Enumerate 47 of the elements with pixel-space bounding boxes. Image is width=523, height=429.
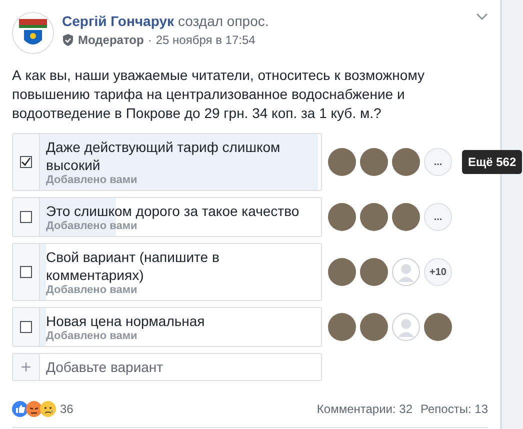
option-label: Свой вариант (напишите в комментариях) [46, 248, 220, 284]
option-label: Новая цена нормальная [46, 312, 206, 330]
avatar-photo-placeholder[interactable] [328, 203, 356, 231]
separator-dot: · [148, 33, 152, 47]
post-time[interactable]: 25 ноября в 17:54 [156, 33, 256, 47]
avatar-photo-placeholder[interactable] [360, 148, 388, 176]
poll-option[interactable]: Новая цена нормальная Добавлено вами [12, 307, 322, 347]
role-label: Модератор [78, 33, 144, 47]
plus-icon: + [13, 354, 40, 380]
option-note: Добавлено вами [46, 284, 138, 296]
post-action: создал опрос. [178, 13, 269, 29]
avatar-photo-placeholder[interactable] [360, 203, 388, 231]
tooltip: Ещё 562 [462, 150, 522, 174]
shield-icon [62, 34, 74, 46]
sad-face-icon [40, 401, 56, 417]
checkbox[interactable] [20, 211, 32, 223]
avatar-photo-placeholder[interactable] [424, 313, 452, 341]
checkbox[interactable] [20, 266, 32, 278]
more-voters-button[interactable]: +10 [424, 258, 452, 286]
option-note: Добавлено вами [46, 330, 138, 342]
avatar-photo-placeholder[interactable] [392, 148, 420, 176]
avatar-photo-placeholder[interactable] [392, 203, 420, 231]
chevron-down-icon[interactable] [476, 12, 488, 22]
post-text: А как вы, наши уважаемые читатели, относитесь к возможному повышению тарифа на централизованное водоснабжение и водоотведение в Покрове до 29 грн. 34 коп. за 1 куб. м.? [12, 66, 426, 123]
poll-option[interactable]: Свой вариант (напишите в комментариях) Добавлено вами [12, 243, 322, 301]
avatar-photo-placeholder[interactable] [328, 148, 356, 176]
angry-face-icon [26, 401, 42, 417]
author-name[interactable]: Сергій Гончарук [62, 13, 174, 29]
like-icon [12, 401, 28, 417]
page-logo-icon[interactable] [12, 12, 54, 54]
checkbox[interactable] [20, 321, 32, 333]
shares-count[interactable]: Репосты: 13 [420, 402, 488, 416]
option-label: Даже действующий тариф слишком высокий [46, 138, 282, 174]
avatar-photo-placeholder[interactable] [360, 258, 388, 286]
avatar-photo-placeholder[interactable] [328, 258, 356, 286]
checkbox[interactable] [20, 156, 32, 168]
more-voters-button[interactable]: ... [424, 148, 452, 176]
poll-option[interactable]: Это слишком дорого за такое качество Добавлено вами [12, 197, 322, 237]
comments-count[interactable]: Комментарии: 32 [316, 402, 413, 416]
poll-option[interactable]: Даже действующий тариф слишком высокий Добавлено вами [12, 133, 322, 191]
more-voters-button[interactable]: ... [424, 203, 452, 231]
option-note: Добавлено вами [46, 220, 138, 232]
option-note: Добавлено вами [46, 174, 138, 186]
reaction-count[interactable]: 36 [60, 402, 74, 416]
option-label: Это слишком дорого за такое качество [46, 202, 300, 220]
avatar-photo-placeholder[interactable] [360, 313, 388, 341]
avatar-photo-placeholder[interactable] [328, 313, 356, 341]
